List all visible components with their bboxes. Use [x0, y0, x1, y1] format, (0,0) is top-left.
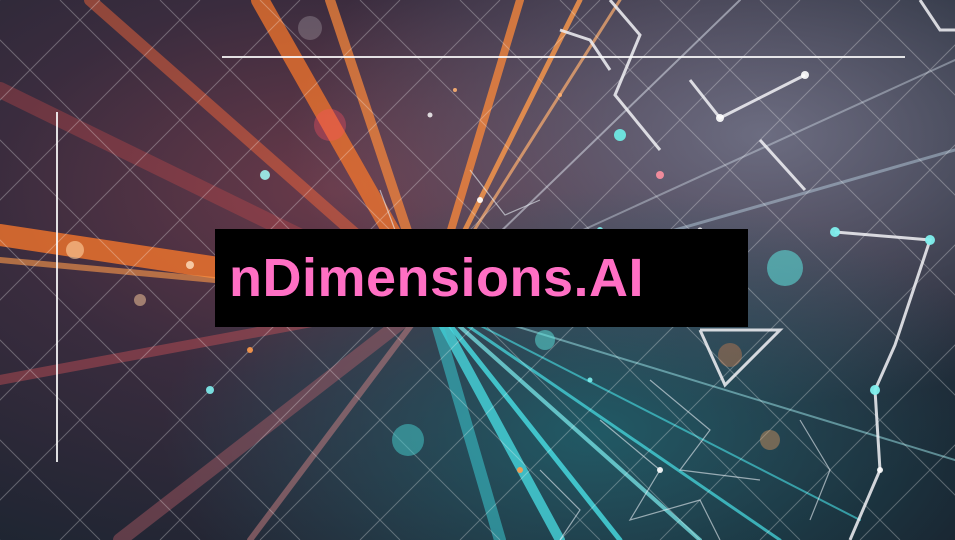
slide-title: nDimensions.AI	[229, 248, 645, 308]
left-accent-rule	[56, 112, 58, 462]
title-banner: nDimensions.AI	[215, 229, 748, 327]
top-accent-rule	[222, 56, 905, 58]
slide: nDimensions.AI	[0, 0, 955, 540]
